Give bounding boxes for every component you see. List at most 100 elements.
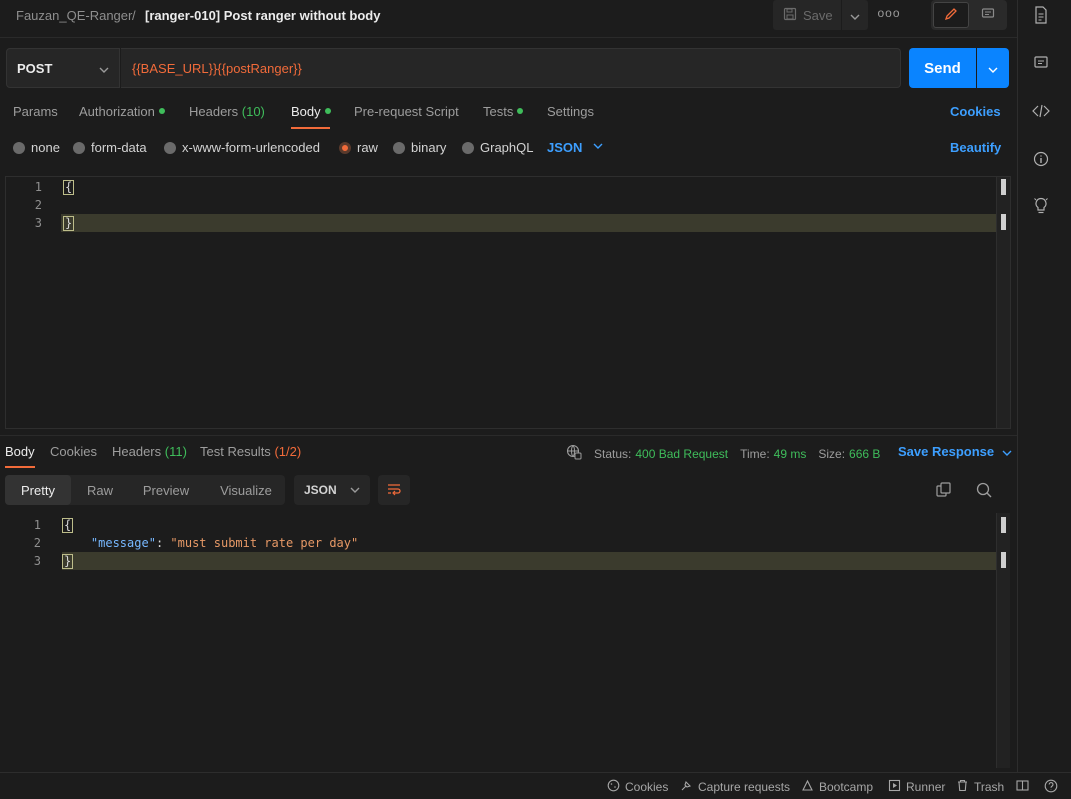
line-number: 1 <box>34 180 42 194</box>
tab-authorization[interactable]: Authorization <box>79 104 165 119</box>
method-label: POST <box>17 60 53 76</box>
tab-headers-count: (10) <box>241 104 265 119</box>
documentation-icon[interactable] <box>1032 6 1050 24</box>
footer-bootcamp[interactable]: Bootcamp <box>801 779 873 795</box>
comments-mode-button[interactable] <box>971 2 1005 28</box>
main-panel: Fauzan_QE-Ranger / [ranger-010] Post ran… <box>0 0 1017 799</box>
comment-icon[interactable] <box>1032 54 1050 72</box>
body-language-select[interactable]: JSON <box>547 140 582 155</box>
comment-icon <box>981 7 995 24</box>
footer-cookies[interactable]: Cookies <box>607 779 668 795</box>
footer-capture-requests[interactable]: Capture requests <box>680 779 790 795</box>
response-tab-cookies[interactable]: Cookies <box>50 444 97 459</box>
radio-none[interactable]: none <box>13 140 60 155</box>
send-button[interactable]: Send <box>909 48 976 88</box>
request-body-editor[interactable]: 1 2 3 { } <box>5 176 1011 429</box>
status-value[interactable]: 400 Bad Request <box>635 447 728 461</box>
chevron-down-icon <box>850 8 860 23</box>
method-select[interactable]: POST <box>6 48 120 88</box>
edit-mode-button[interactable] <box>933 2 969 28</box>
tab-params[interactable]: Params <box>13 104 58 119</box>
two-pane-view-icon[interactable] <box>1016 779 1029 792</box>
wrap-lines-icon <box>386 482 402 499</box>
radio-circle <box>462 141 474 154</box>
radio-circle <box>13 141 25 154</box>
divider <box>0 435 1017 436</box>
footer-runner[interactable]: Runner <box>888 779 945 795</box>
trash-icon <box>956 779 969 795</box>
radio-graphql[interactable]: GraphQL <box>462 140 533 155</box>
response-view-modes: Pretty Raw Preview Visualize <box>5 475 285 505</box>
save-label: Save <box>803 7 833 23</box>
radio-binary[interactable]: binary <box>393 140 446 155</box>
footer-capture-label: Capture requests <box>698 780 791 794</box>
breadcrumb-collection[interactable]: Fauzan_QE-Ranger <box>16 8 132 23</box>
send-options-button[interactable] <box>977 48 1009 88</box>
tab-headers-label: Headers <box>189 104 239 119</box>
radio-urlencoded[interactable]: x-www-form-urlencoded <box>164 140 320 155</box>
chevron-down-icon[interactable] <box>593 140 603 152</box>
line-number: 2 <box>33 536 41 550</box>
view-visualize[interactable]: Visualize <box>209 475 283 505</box>
tab-prerequest-script[interactable]: Pre-request Script <box>354 104 459 119</box>
help-icon[interactable] <box>1044 779 1058 793</box>
radio-raw[interactable]: raw <box>339 140 378 155</box>
code-line: } <box>62 554 74 569</box>
time-value[interactable]: 49 ms <box>774 447 807 461</box>
code-line: } <box>63 216 75 231</box>
tab-settings[interactable]: Settings <box>547 104 594 119</box>
code-line: "message": "must submit rate per day" <box>62 536 358 550</box>
response-tab-body[interactable]: Body <box>5 444 35 459</box>
tab-headers[interactable]: Headers (10) <box>189 104 265 119</box>
radio-form-data-label: form-data <box>91 140 147 155</box>
active-line-highlight <box>62 552 996 570</box>
code-icon[interactable] <box>1032 102 1050 120</box>
beautify-button[interactable]: Beautify <box>950 140 1001 155</box>
view-pretty[interactable]: Pretty <box>5 475 71 505</box>
status-dot <box>517 108 524 114</box>
url-input[interactable]: {{BASE_URL}}{{postRanger}} <box>121 48 901 88</box>
chevron-down-icon <box>988 61 998 76</box>
size-value[interactable]: 666 B <box>849 447 880 461</box>
globe-icon[interactable] <box>566 444 582 463</box>
json-key: "message" <box>90 536 156 550</box>
response-language-select[interactable]: JSON <box>294 475 370 505</box>
footer-cookies-label: Cookies <box>625 780 669 794</box>
matched-brace: } <box>62 554 74 569</box>
time-label: Time: <box>740 446 770 461</box>
request-header: Fauzan_QE-Ranger / [ranger-010] Post ran… <box>0 0 1017 38</box>
wrap-lines-button[interactable] <box>378 475 410 505</box>
radio-raw-label: raw <box>357 140 378 155</box>
view-mode-toggle <box>931 0 1007 30</box>
viewer-scrollbar[interactable] <box>996 513 1010 768</box>
info-icon[interactable] <box>1032 150 1050 168</box>
radio-none-label: none <box>31 140 60 155</box>
radio-binary-label: binary <box>411 140 447 155</box>
save-group: Save <box>773 0 868 30</box>
editor-scrollbar[interactable] <box>996 177 1010 428</box>
save-button[interactable]: Save <box>773 0 841 30</box>
save-response-button[interactable]: Save Response <box>898 444 1012 459</box>
json-colon: : <box>155 536 171 550</box>
search-icon[interactable] <box>975 481 993 502</box>
response-body-viewer[interactable]: 1 2 3 { "message": "must submit rate per… <box>0 513 1010 768</box>
active-line-highlight <box>61 214 996 232</box>
lightbulb-icon[interactable] <box>1032 197 1050 215</box>
tab-tests[interactable]: Tests <box>483 104 524 119</box>
cookies-link[interactable]: Cookies <box>950 104 1001 119</box>
footer-trash[interactable]: Trash <box>956 779 1004 795</box>
response-tab-headers[interactable]: Headers (11) <box>112 444 187 459</box>
response-tab-test-results[interactable]: Test Results (1/2) <box>200 444 301 459</box>
save-options-button[interactable] <box>842 0 868 30</box>
more-actions-button[interactable]: ooo <box>876 6 902 24</box>
tab-body[interactable]: Body <box>291 104 331 119</box>
request-title[interactable]: [ranger-010] Post ranger without body <box>145 8 380 23</box>
view-preview[interactable]: Preview <box>131 475 201 505</box>
size-label: Size: <box>818 446 846 461</box>
response-headers-count: (11) <box>164 444 187 459</box>
radio-form-data[interactable]: form-data <box>73 140 147 155</box>
line-number: 1 <box>33 518 41 532</box>
copy-icon[interactable] <box>935 481 953 502</box>
view-raw[interactable]: Raw <box>75 475 125 505</box>
bootcamp-icon <box>801 779 814 795</box>
